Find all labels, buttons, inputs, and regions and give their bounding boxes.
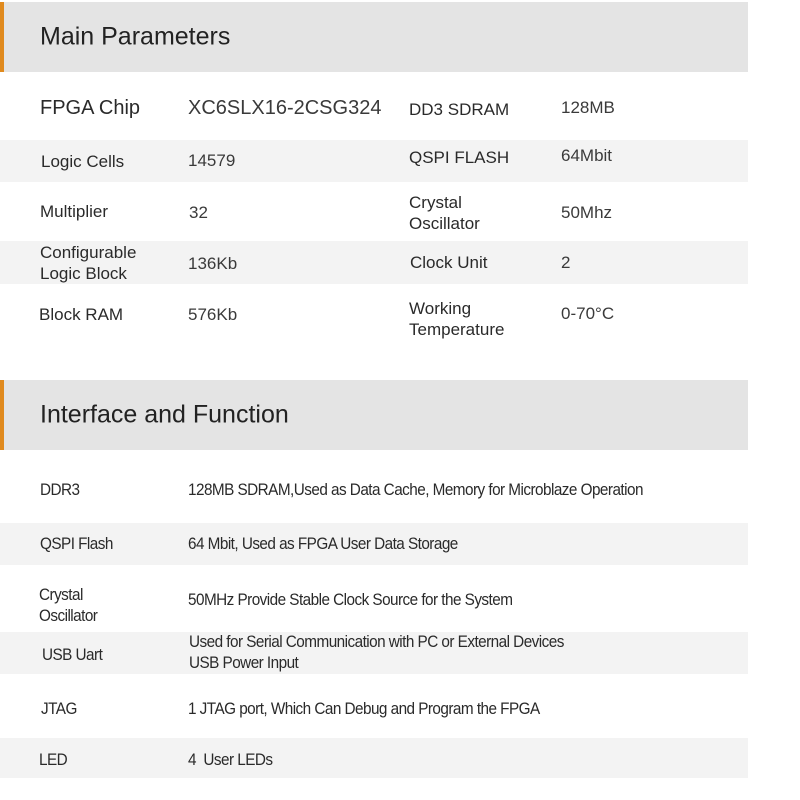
param-value: 576Kb — [188, 305, 238, 324]
param-label: Configurable — [40, 243, 137, 262]
interface-label: QSPI Flash — [40, 534, 113, 553]
interface-label: LED — [39, 750, 68, 769]
interface-label: Crystal — [39, 585, 83, 604]
param-value: XC6SLX16-2CSG324 — [188, 97, 382, 119]
interface-description: 64 Mbit, Used as FPGA User Data Storage — [188, 534, 458, 553]
main-parameters-header: Main Parameters — [0, 2, 748, 72]
param-value: 2 — [561, 253, 571, 272]
interface-function-title: Interface and Function — [40, 400, 289, 429]
param-label: Logic Cells — [41, 152, 125, 171]
interface-function-header: Interface and Function — [0, 380, 748, 450]
param-label: QSPI FLASH — [409, 148, 510, 167]
param-label: Multiplier — [40, 202, 109, 221]
param-label: Oscillator — [409, 214, 480, 233]
param-label: Crystal — [409, 193, 462, 212]
interface-description: 50MHz Provide Stable Clock Source for th… — [188, 590, 513, 609]
param-value: 14579 — [188, 151, 236, 170]
param-value: 50Mhz — [561, 203, 613, 222]
param-label: Working — [409, 299, 472, 318]
param-value: 136Kb — [188, 254, 238, 273]
table-row-band — [0, 738, 748, 778]
param-label: DD3 SDRAM — [409, 100, 510, 119]
interface-description: USB Power Input — [189, 653, 299, 672]
interface-description: 1 JTAG port, Which Can Debug and Program… — [188, 699, 540, 718]
interface-label: Oscillator — [39, 606, 98, 625]
interface-description: Used for Serial Communication with PC or… — [189, 632, 564, 651]
param-label: Clock Unit — [410, 253, 488, 272]
interface-description: 4 User LEDs — [188, 750, 273, 769]
param-label: Block RAM — [39, 305, 124, 324]
interface-label: USB Uart — [42, 645, 103, 664]
interface-description: 128MB SDRAM,Used as Data Cache, Memory f… — [188, 480, 643, 499]
param-value: 32 — [189, 203, 208, 222]
param-value: 128MB — [561, 98, 615, 117]
interface-label: DDR3 — [40, 480, 80, 499]
param-value: 64Mbit — [561, 146, 613, 165]
param-label: Temperature — [409, 320, 505, 339]
param-label: FPGA Chip — [40, 97, 141, 119]
param-value: 0-70°C — [561, 304, 615, 323]
interface-label: JTAG — [41, 699, 77, 718]
main-parameters-title: Main Parameters — [40, 22, 231, 51]
param-label: Logic Block — [40, 264, 127, 283]
